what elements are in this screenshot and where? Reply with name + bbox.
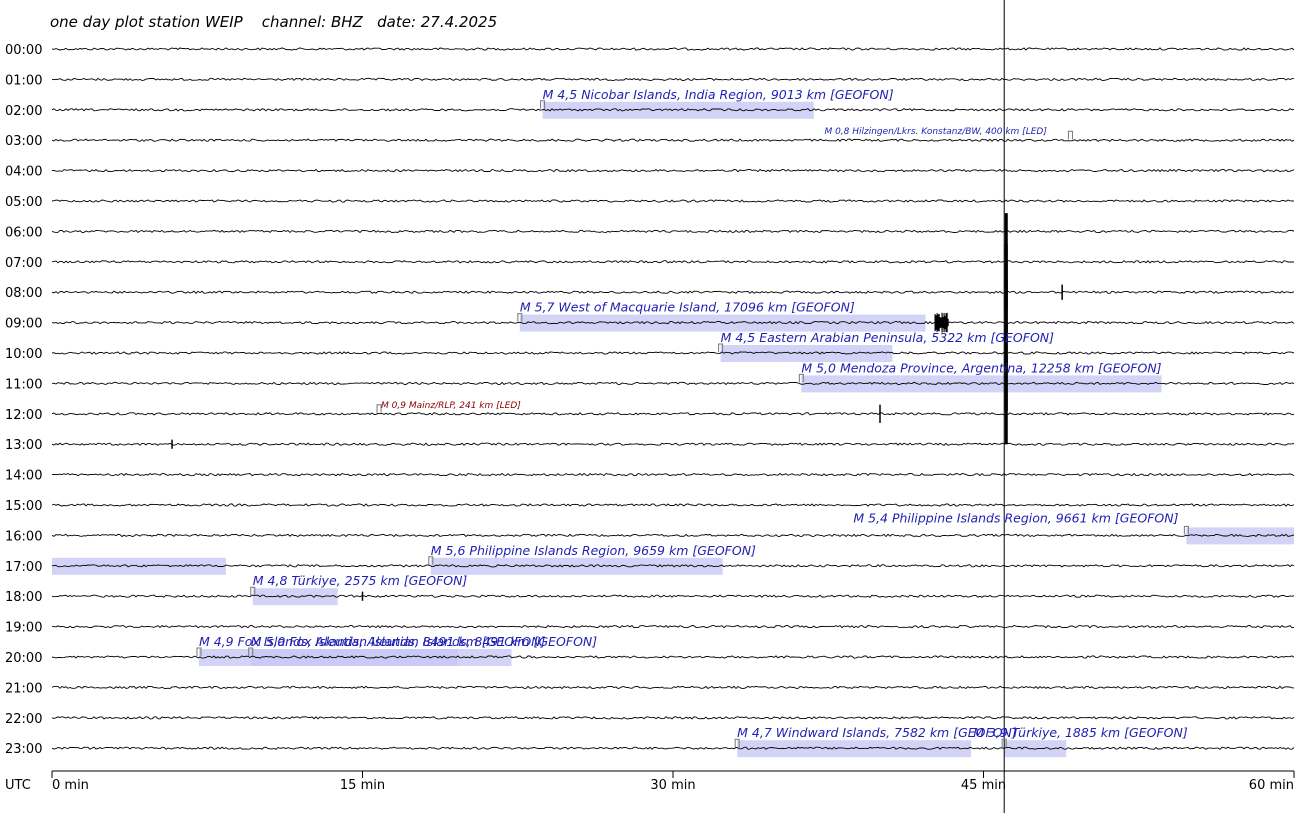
x-tick-label-4: 60 min [1249, 778, 1294, 793]
trace-08:00 [51, 290, 1295, 294]
trace-13:00 [51, 442, 1295, 446]
trace-07:00 [51, 260, 1294, 264]
hour-label-19:00: 19:00 [5, 621, 42, 636]
event-label-2: M 5,7 West of Macquarie Island, 17096 km… [520, 300, 855, 315]
hour-label-15:00: 15:00 [5, 499, 42, 514]
event-label-12: M 3,9 Türkiye, 1885 km [GEOFON] [973, 725, 1188, 740]
x-axis: 0 min 15 min 30 min 45 min 60 min UTC [5, 770, 1295, 793]
hour-label-02:00: 02:00 [5, 104, 42, 119]
event-label-3: M 4,5 Eastern Arabian Peninsula, 5322 km… [721, 330, 1055, 345]
trace-00:00 [51, 47, 1295, 51]
x-tick-label-3: 45 min [961, 778, 1006, 793]
trace-19:00 [52, 624, 1295, 629]
signal-spike-8 [879, 404, 881, 423]
event-marker-1 [1067, 130, 1073, 140]
signal-spike-9 [171, 439, 173, 449]
hour-label-21:00: 21:00 [5, 681, 42, 696]
hour-label-03:00: 03:00 [5, 134, 42, 149]
trace-05:00 [51, 199, 1295, 203]
helicorder-plot: one day plot station WEIP channel: BHZ d… [5, 0, 1295, 813]
hour-label-08:00: 08:00 [5, 286, 42, 301]
chart-title: one day plot station WEIP channel: BHZ d… [50, 13, 497, 31]
hour-label-16:00: 16:00 [5, 529, 42, 544]
hour-label-12:00: 12:00 [5, 408, 42, 423]
trace-12:00 [51, 412, 1295, 416]
signal-spike-2 [1061, 284, 1063, 300]
trace-01:00 [51, 77, 1295, 82]
trace-22:00 [51, 716, 1295, 720]
hour-label-14:00: 14:00 [5, 469, 42, 484]
hour-label-18:00: 18:00 [5, 590, 42, 605]
event-label-0: M 4,5 Nicobar Islands, India Region, 901… [543, 87, 894, 102]
event-label-8: M 4,8 Türkiye, 2575 km [GEOFON] [253, 573, 468, 588]
signal-spike-7 [1004, 383, 1008, 445]
x-tick-label-1: 15 min [340, 778, 385, 793]
trace-14:00 [51, 472, 1295, 477]
x-tick-label-0: 0 min [52, 778, 89, 793]
trace-03:00 [51, 138, 1295, 142]
hour-label-06:00: 06:00 [5, 225, 42, 240]
event-label-4: M 5,0 Mendoza Province, Argentina, 12258… [801, 360, 1161, 375]
seismic-signals [171, 0, 1063, 813]
hour-label-04:00: 04:00 [5, 165, 42, 180]
hour-label-01:00: 01:00 [5, 73, 42, 88]
event-label-10: M 5,0 Fox Islands, Aleutian Islands, 849… [251, 634, 598, 649]
trace-18:00 [51, 594, 1295, 598]
signal-spike-10 [361, 591, 364, 601]
trace-04:00 [51, 168, 1295, 173]
timezone-label: UTC [5, 778, 31, 793]
hour-label-11:00: 11:00 [5, 377, 42, 392]
event-label-5: M 0,9 Mainz/RLP, 241 km [LED] [381, 401, 521, 411]
hour-label-20:00: 20:00 [5, 651, 42, 666]
trace-21:00 [51, 685, 1295, 690]
event-label-7: M 5,6 Philippine Islands Region, 9659 km… [431, 543, 756, 558]
hour-label-17:00: 17:00 [5, 560, 42, 575]
hour-label-10:00: 10:00 [5, 347, 42, 362]
trace-10:00 [51, 351, 1295, 355]
hour-labels: 00:00 01:00 02:00 03:00 04:00 05:00 06:00 07:00… [5, 43, 42, 757]
hour-label-00:00: 00:00 [5, 43, 42, 58]
trace-06:00 [51, 229, 1295, 234]
x-tick-label-2: 30 min [650, 778, 695, 793]
trace-23:00 [51, 746, 1295, 750]
hour-label-05:00: 05:00 [5, 195, 42, 210]
hour-label-23:00: 23:00 [5, 742, 42, 757]
hour-label-22:00: 22:00 [5, 712, 42, 727]
hour-label-13:00: 13:00 [5, 438, 42, 453]
event-label-6: M 5,4 Philippine Islands Region, 9661 km… [853, 510, 1178, 525]
hour-label-09:00: 09:00 [5, 317, 42, 332]
hour-label-07:00: 07:00 [5, 256, 42, 271]
event-label-1: M 0,8 Hilzingen/Lkrs. Konstanz/BW, 400 k… [824, 127, 1047, 137]
trace-15:00 [51, 503, 1295, 507]
trace-16:00 [51, 533, 1295, 538]
